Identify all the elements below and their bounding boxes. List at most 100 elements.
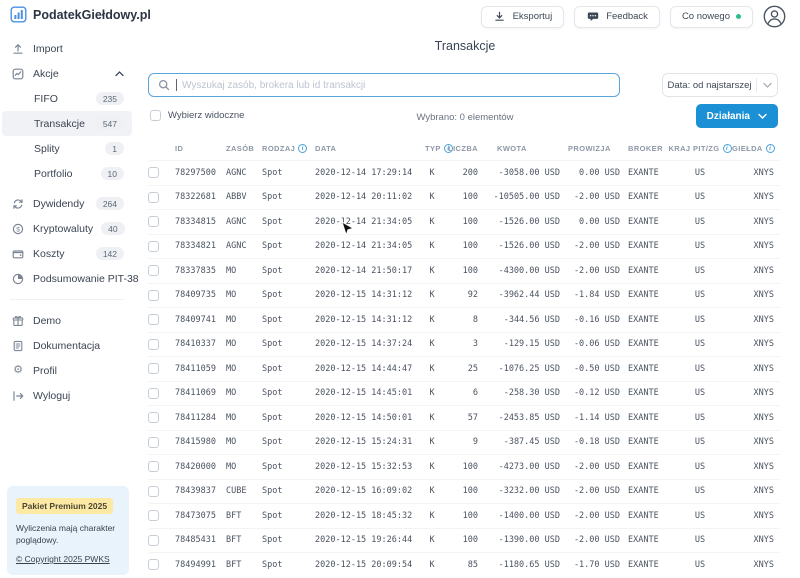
cell-gielda: XNYS — [732, 266, 780, 276]
cell-gielda: XNYS — [732, 535, 780, 545]
sidebar-item-import[interactable]: Import — [2, 36, 132, 61]
export-button[interactable]: Eksportuj — [481, 6, 565, 28]
column-label: GIEŁDA — [732, 144, 763, 153]
bar-chart-logo-icon — [10, 6, 27, 23]
sidebar-item-podsumowanie-pit38[interactable]: Podsumowanie PIT-38 — [2, 266, 132, 291]
row-checkbox[interactable] — [148, 216, 159, 227]
row-checkbox[interactable] — [148, 339, 159, 350]
cell-data: 2020-12-15 15:24:31 — [306, 437, 418, 447]
row-checkbox[interactable] — [148, 290, 159, 301]
cell-typ: K — [418, 315, 446, 325]
cell-kraj: US — [668, 535, 732, 545]
cell-typ: K — [418, 364, 446, 374]
cell-rodzaj: Spot — [260, 511, 306, 521]
avatar[interactable] — [763, 5, 786, 28]
sidebar-item-dywidendy[interactable]: Dywidendy 264 — [2, 191, 132, 216]
sidebar-item-demo[interactable]: Demo — [2, 308, 132, 333]
info-icon[interactable]: i — [766, 144, 775, 153]
sidebar-item-akcje[interactable]: Akcje — [2, 61, 132, 86]
cell-broker: EXANTE — [622, 364, 668, 374]
sidebar-item-koszty[interactable]: Koszty 142 — [2, 241, 132, 266]
copyright-link[interactable]: © Copyright 2025 PWKS — [16, 554, 110, 564]
column-label: LICZBA — [448, 144, 478, 153]
feedback-label: Feedback — [606, 11, 648, 22]
select-visible-checkbox[interactable] — [150, 110, 161, 121]
crypto-coin-icon: $ — [11, 222, 25, 236]
row-checkbox[interactable] — [148, 461, 159, 472]
whats-new-label: Co nowego — [682, 11, 730, 22]
cell-data: 2020-12-14 20:11:02 — [306, 192, 418, 202]
cell-zasob: MO — [222, 437, 260, 447]
premium-note: Wyliczenia mają charakter poglądowy. — [16, 522, 120, 548]
row-checkbox[interactable] — [148, 363, 159, 374]
cell-data: 2020-12-15 14:45:01 — [306, 388, 418, 398]
sidebar-item-portfolio[interactable]: Portfolio 10 — [2, 161, 132, 186]
cell-gielda: XNYS — [732, 339, 780, 349]
sort-dropdown-value: Data: od najstarszej — [663, 80, 756, 91]
count-badge: 547 — [96, 117, 124, 130]
selected-count: Wybrano: 0 elementów — [340, 112, 590, 123]
table-row: 78411284MOSpot2020-12-15 14:50:01K57-245… — [148, 405, 780, 430]
row-checkbox[interactable] — [148, 486, 159, 497]
row-checkbox[interactable] — [148, 437, 159, 448]
cell-zasob: AGNC — [222, 217, 260, 227]
cell-broker: EXANTE — [622, 315, 668, 325]
cell-prowizja: -2.00 USD — [566, 511, 622, 521]
info-icon[interactable]: i — [723, 144, 732, 153]
cell-typ: K — [418, 266, 446, 276]
cell-liczba: 100 — [446, 486, 482, 496]
brand-name: PodatekGiełdowy.pl — [33, 8, 151, 22]
row-checkbox[interactable] — [148, 412, 159, 423]
cell-rodzaj: Spot — [260, 217, 306, 227]
row-checkbox[interactable] — [148, 535, 159, 546]
sidebar-item-dokumentacja[interactable]: Dokumentacja — [2, 333, 132, 358]
column-header-kwota: KWOTA — [482, 144, 566, 153]
sidebar-label: Podsumowanie PIT-38 — [33, 273, 139, 285]
sidebar-item-splity[interactable]: Splity 1 — [2, 136, 132, 161]
row-checkbox[interactable] — [148, 265, 159, 276]
cell-kwota: -129.15 USD — [482, 339, 566, 349]
sidebar-label: Profil — [33, 365, 124, 377]
cell-gielda: XNYS — [732, 462, 780, 472]
column-label: KRAJ PIT/ZG — [668, 144, 719, 153]
svg-text:$: $ — [16, 226, 20, 233]
cell-id: 78411284 — [164, 413, 222, 423]
row-checkbox[interactable] — [148, 510, 159, 521]
row-checkbox[interactable] — [148, 192, 159, 203]
feedback-button[interactable]: Feedback — [574, 6, 660, 28]
actions-button[interactable]: Działania — [696, 104, 778, 128]
select-visible-control[interactable]: Wybierz widoczne — [150, 110, 244, 121]
sidebar-item-wyloguj[interactable]: Wyloguj — [2, 383, 132, 408]
chat-bubble-icon — [586, 10, 600, 24]
row-checkbox[interactable] — [148, 388, 159, 399]
row-checkbox[interactable] — [148, 167, 159, 178]
cell-id: 78420000 — [164, 462, 222, 472]
row-checkbox[interactable] — [148, 559, 159, 570]
sidebar-item-kryptowaluty[interactable]: $ Kryptowaluty 40 — [2, 216, 132, 241]
sidebar-item-profil[interactable]: ⚙ Profil — [2, 358, 132, 383]
cell-prowizja: -1.84 USD — [566, 290, 622, 300]
search-icon — [157, 78, 171, 92]
cell-kraj: US — [668, 241, 732, 251]
search-input[interactable]: Wyszukaj zasób, brokera lub id transakcj… — [148, 73, 620, 97]
whats-new-button[interactable]: Co nowego — [670, 6, 753, 28]
cell-kwota: -3232.00 USD — [482, 486, 566, 496]
select-visible-label: Wybierz widoczne — [168, 110, 244, 121]
column-header-id: ID — [164, 144, 222, 153]
sort-dropdown[interactable]: Data: od najstarszej — [662, 73, 778, 97]
cell-data: 2020-12-15 14:50:01 — [306, 413, 418, 423]
row-checkbox[interactable] — [148, 241, 159, 252]
brand[interactable]: PodatekGiełdowy.pl — [10, 6, 151, 23]
cell-kwota: -3058.00 USD — [482, 168, 566, 178]
cell-typ: K — [418, 462, 446, 472]
cell-data: 2020-12-15 14:44:47 — [306, 364, 418, 374]
cell-data: 2020-12-15 20:09:54 — [306, 560, 418, 570]
sidebar-item-transakcje[interactable]: Transakcje 547 — [2, 111, 132, 136]
download-icon — [493, 10, 507, 24]
cell-kwota: -2453.85 USD — [482, 413, 566, 423]
cell-broker: EXANTE — [622, 413, 668, 423]
cell-data: 2020-12-15 14:31:12 — [306, 290, 418, 300]
cell-id: 78485431 — [164, 535, 222, 545]
sidebar-item-fifo[interactable]: FIFO 235 — [2, 86, 132, 111]
row-checkbox[interactable] — [148, 314, 159, 325]
